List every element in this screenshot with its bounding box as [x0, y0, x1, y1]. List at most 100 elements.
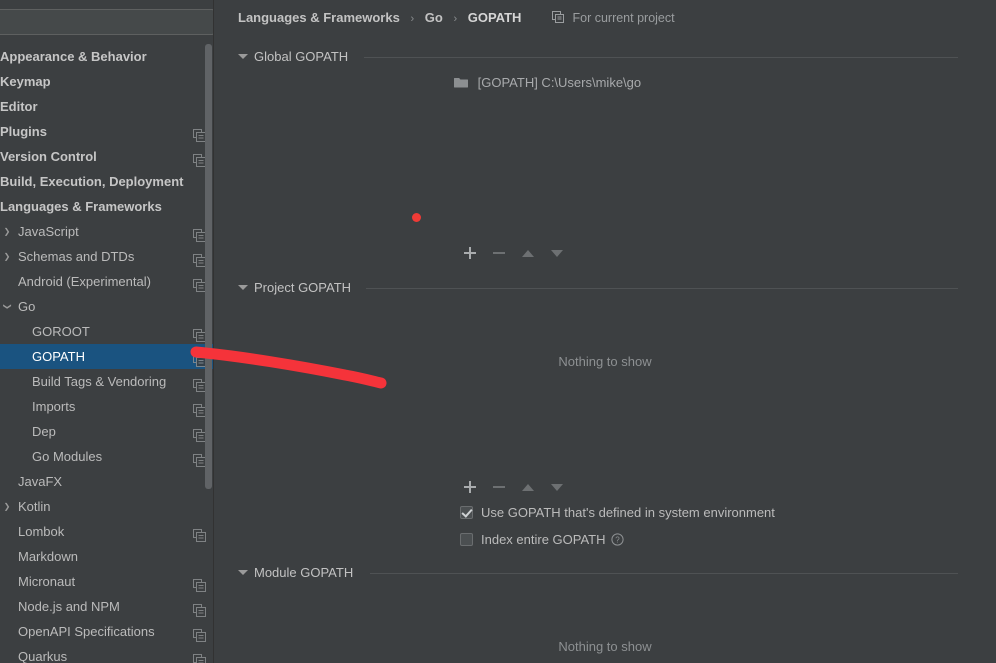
sidebar-item-node-js-and-npm[interactable]: Node.js and NPM [0, 594, 214, 619]
sidebar-item-javascript[interactable]: JavaScript [0, 219, 214, 244]
sidebar-item-label: Keymap [0, 74, 51, 89]
section-divider [366, 288, 958, 289]
move-down-button[interactable] [547, 243, 567, 263]
use-system-gopath-label: Use GOPATH that's defined in system envi… [481, 505, 775, 520]
sidebar-item-label: Dep [32, 424, 56, 439]
sidebar-item-micronaut[interactable]: Micronaut [0, 569, 214, 594]
status-badge: For current project [552, 11, 675, 29]
chevron-down-icon[interactable] [238, 54, 248, 59]
sidebar-item-imports[interactable]: Imports [0, 394, 214, 419]
chevron-down-icon[interactable] [2, 294, 12, 319]
sidebar-item-label: GOPATH [32, 349, 85, 364]
sidebar-item-label: OpenAPI Specifications [18, 624, 155, 639]
sidebar-scrollbar[interactable] [205, 44, 212, 663]
remove-gopath-button[interactable] [489, 477, 509, 497]
index-entire-gopath-checkbox[interactable] [460, 533, 473, 546]
section-title: Module GOPATH [254, 565, 354, 580]
sidebar-item-label: GOROOT [32, 324, 90, 339]
breadcrumb-separator-icon: › [410, 13, 415, 25]
sidebar-item-build-tags-vendoring[interactable]: Build Tags & Vendoring [0, 369, 214, 394]
sidebar-item-label: JavaFX [18, 474, 63, 489]
sidebar-item-languages-frameworks[interactable]: Languages & Frameworks [0, 194, 214, 219]
status-badge-label: For current project [572, 11, 675, 25]
sidebar-item-label: Micronaut [18, 574, 76, 589]
move-down-button[interactable] [547, 477, 567, 497]
section-divider [370, 573, 958, 574]
sidebar-item-build-execution-deployment[interactable]: Build, Execution, Deployment [0, 169, 214, 194]
sidebar-item-label: Build Tags & Vendoring [32, 374, 167, 389]
sidebar-item-openapi-specifications[interactable]: OpenAPI Specifications [0, 619, 214, 644]
gopath-settings-panel: Languages & Frameworks › Go › GOPATH For… [214, 0, 996, 663]
project-gopath-toolbar [460, 477, 570, 499]
sidebar-item-label: Schemas and DTDs [18, 249, 135, 264]
use-system-gopath-checkbox[interactable] [460, 506, 473, 519]
sidebar-item-javafx[interactable]: JavaFX [0, 469, 214, 494]
sidebar-item-goroot[interactable]: GOROOT [0, 319, 214, 344]
project-gopath-empty-text: Nothing to show [558, 354, 652, 369]
sidebar-item-label: Plugins [0, 124, 47, 139]
sidebar-item-quarkus[interactable]: Quarkus [0, 644, 214, 663]
global-gopath-toolbar [460, 243, 570, 265]
sidebar-item-keymap[interactable]: Keymap [0, 69, 214, 94]
sidebar-item-schemas-and-dtds[interactable]: Schemas and DTDs [0, 244, 214, 269]
global-gopath-path: [GOPATH] C:\Users\mike\go [477, 75, 642, 90]
chevron-right-icon[interactable] [2, 494, 12, 519]
chevron-down-icon[interactable] [238, 285, 248, 290]
section-global-gopath[interactable]: Global GOPATH [238, 48, 972, 66]
cursor-dot [412, 213, 421, 222]
index-entire-gopath-label: Index entire GOPATH [481, 532, 606, 547]
folder-icon [454, 74, 468, 88]
sidebar-item-label: Appearance & Behavior [0, 49, 147, 64]
sidebar-item-appearance-behavior[interactable]: Appearance & Behavior [0, 44, 214, 69]
sidebar-item-plugins[interactable]: Plugins [0, 119, 214, 144]
settings-sidebar: Appearance & Behavior Keymap Editor Plugins… [0, 0, 214, 663]
sidebar-item-dep[interactable]: Dep [0, 419, 214, 444]
sidebar-item-label: JavaScript [18, 224, 79, 239]
sidebar-item-label: Android (Experimental) [18, 274, 151, 289]
sidebar-item-label: Languages & Frameworks [0, 199, 162, 214]
breadcrumb: Languages & Frameworks › Go › GOPATH [238, 10, 521, 30]
svg-text:?: ? [615, 536, 620, 545]
list-item[interactable]: [GOPATH] C:\Users\mike\go [454, 73, 641, 93]
sidebar-item-label: Build, Execution, Deployment [0, 174, 184, 189]
search-input[interactable] [0, 9, 214, 35]
sidebar-item-label: Go Modules [32, 449, 103, 464]
sidebar-item-kotlin[interactable]: Kotlin [0, 494, 214, 519]
move-up-button[interactable] [518, 243, 538, 263]
sidebar-item-markdown[interactable]: Markdown [0, 544, 214, 569]
sidebar-item-label: Version Control [0, 149, 97, 164]
sidebar-item-label: Go [18, 299, 36, 314]
chevron-right-icon[interactable] [2, 244, 12, 269]
sidebar-item-label: Markdown [18, 549, 78, 564]
add-gopath-button[interactable] [460, 477, 480, 497]
module-gopath-empty-text: Nothing to show [558, 639, 652, 654]
sidebar-item-label: Kotlin [18, 499, 51, 514]
section-divider [364, 57, 958, 58]
breadcrumb-item-go[interactable]: Go [425, 10, 443, 25]
sidebar-item-version-control[interactable]: Version Control [0, 144, 214, 169]
section-project-gopath[interactable]: Project GOPATH [238, 279, 972, 297]
remove-gopath-button[interactable] [489, 243, 509, 263]
section-title: Project GOPATH [254, 280, 352, 295]
help-icon[interactable]: ? [611, 533, 624, 546]
sidebar-item-gopath[interactable]: GOPATH [0, 344, 214, 369]
sidebar-search[interactable] [0, 9, 214, 35]
sidebar-item-label: Node.js and NPM [18, 599, 120, 614]
sidebar-item-label: Imports [32, 399, 76, 414]
sidebar-item-go-modules[interactable]: Go Modules [0, 444, 214, 469]
chevron-down-icon[interactable] [238, 570, 248, 575]
sidebar-item-label: Quarkus [18, 649, 68, 663]
sidebar-item-editor[interactable]: Editor [0, 94, 214, 119]
breadcrumb-item-gopath: GOPATH [467, 10, 522, 25]
sidebar-scrollbar-thumb[interactable] [205, 44, 212, 489]
breadcrumb-item-languages[interactable]: Languages & Frameworks [238, 10, 400, 25]
chevron-right-icon[interactable] [2, 219, 12, 244]
section-module-gopath[interactable]: Module GOPATH [238, 564, 972, 582]
settings-tree: Appearance & Behavior Keymap Editor Plugins… [0, 44, 214, 663]
add-gopath-button[interactable] [460, 243, 480, 263]
sidebar-item-go[interactable]: Go [0, 294, 214, 319]
sidebar-item-android-experimental[interactable]: Android (Experimental) [0, 269, 214, 294]
copy-scope-icon [552, 11, 564, 23]
sidebar-item-lombok[interactable]: Lombok [0, 519, 214, 544]
move-up-button[interactable] [518, 477, 538, 497]
